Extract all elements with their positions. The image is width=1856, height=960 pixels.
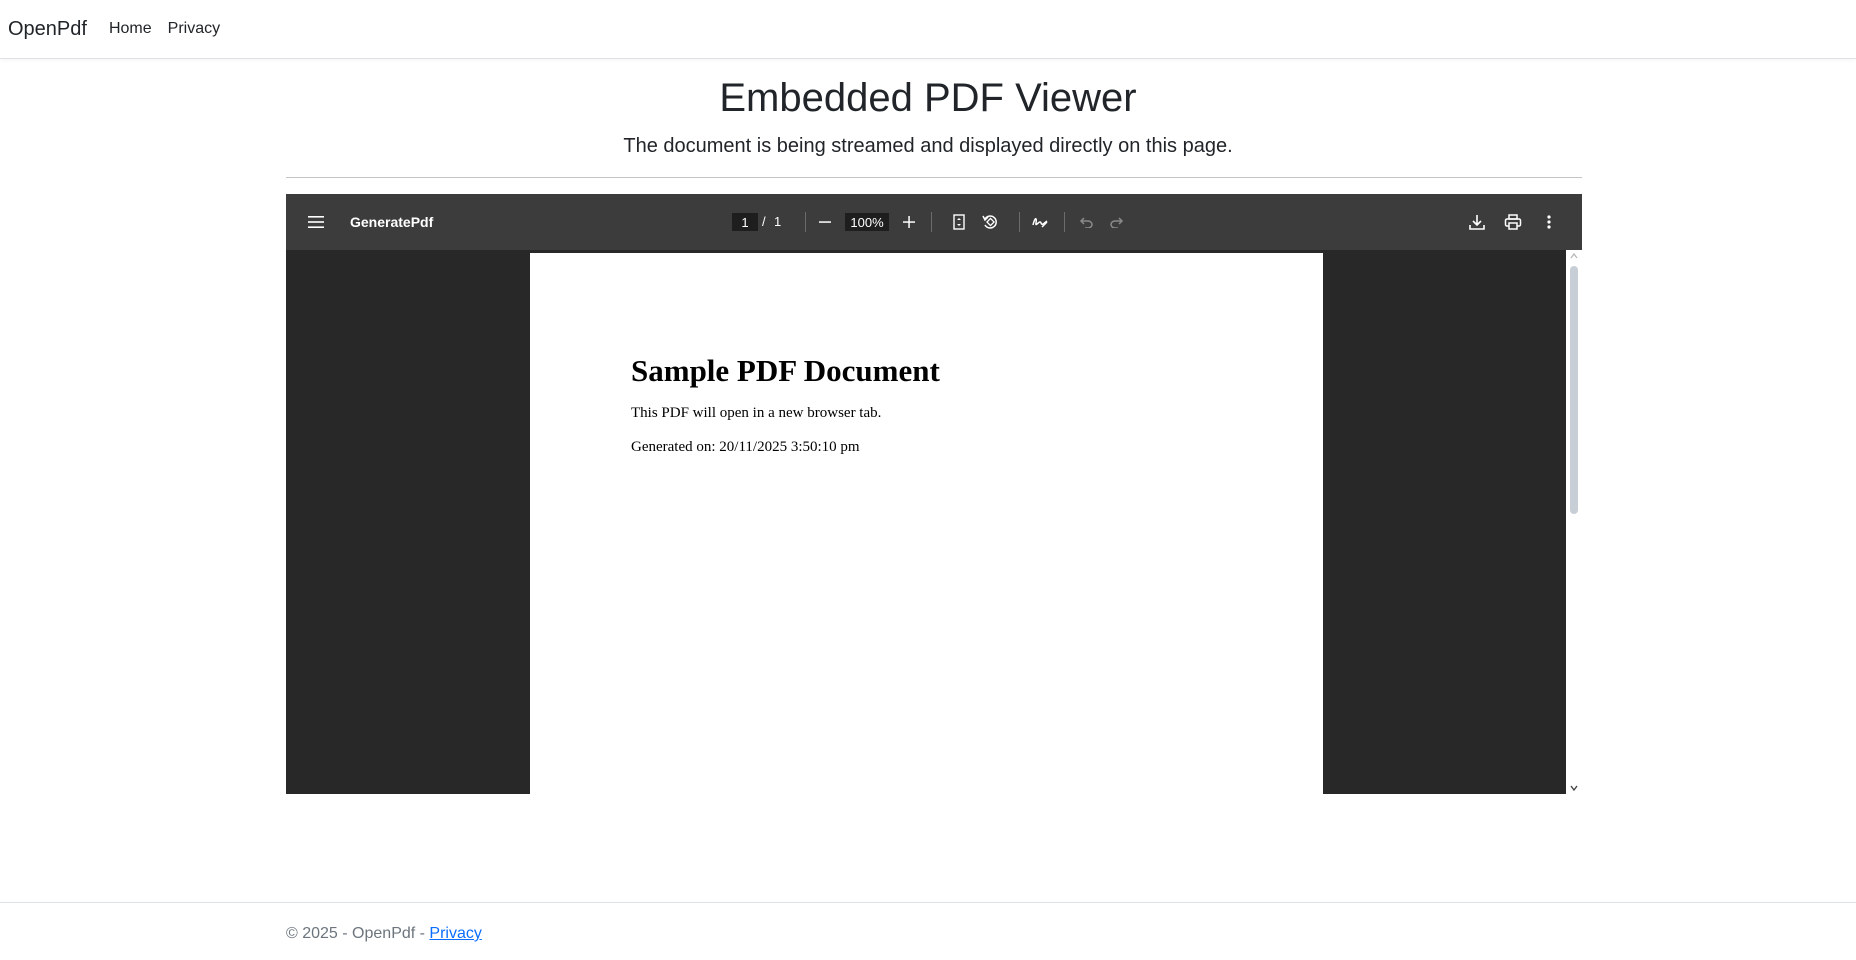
top-navbar: OpenPdf Home Privacy	[0, 0, 1856, 59]
page-total: 1	[774, 214, 782, 229]
toolbar-divider	[805, 212, 806, 232]
toolbar-divider	[931, 212, 932, 232]
footer-privacy-link[interactable]: Privacy	[429, 925, 481, 942]
brand-link[interactable]: OpenPdf	[8, 18, 87, 41]
toolbar-divider	[1019, 212, 1020, 232]
viewer-scrollbar[interactable]	[1566, 250, 1582, 794]
zoom-out-button[interactable]	[811, 194, 839, 250]
rotate-button[interactable]	[976, 194, 1004, 250]
pdf-toolbar: GeneratePdf / 1	[286, 194, 1582, 250]
zoom-in-button[interactable]	[895, 194, 923, 250]
download-icon	[1463, 208, 1491, 236]
pdf-page: Sample PDF Document This PDF will open i…	[530, 253, 1323, 794]
fit-page-icon	[945, 208, 973, 236]
scroll-up-icon[interactable]	[1570, 252, 1578, 260]
rotate-icon	[976, 208, 1004, 236]
divider	[286, 177, 1582, 178]
footer-copyright: © 2025 - OpenPdf -	[286, 925, 430, 942]
download-button[interactable]	[1463, 194, 1491, 250]
footer-text: © 2025 - OpenPdf - Privacy	[286, 925, 482, 943]
draw-button[interactable]	[1026, 194, 1054, 250]
fit-page-button[interactable]	[945, 194, 973, 250]
pdf-generated-date: Generated on: 20/11/2025 3:50:10 pm	[631, 439, 860, 455]
zoom-level-input[interactable]	[845, 213, 889, 231]
document-title: GeneratePdf	[350, 214, 434, 230]
menu-button[interactable]	[302, 194, 330, 250]
nav-link-home[interactable]: Home	[109, 20, 152, 38]
redo-button[interactable]	[1103, 194, 1131, 250]
more-options-button[interactable]	[1535, 194, 1563, 250]
print-button[interactable]	[1499, 194, 1527, 250]
draw-icon	[1026, 208, 1054, 236]
plus-icon	[895, 208, 923, 236]
page-separator: /	[762, 214, 766, 229]
pdf-heading: Sample PDF Document	[631, 353, 940, 388]
pdf-viewer[interactable]: GeneratePdf / 1	[286, 194, 1582, 794]
more-vertical-icon	[1535, 208, 1563, 236]
footer: © 2025 - OpenPdf - Privacy	[0, 902, 1856, 960]
undo-icon	[1072, 208, 1100, 236]
page-title: Embedded PDF Viewer	[719, 76, 1137, 120]
pdf-text-line: This PDF will open in a new browser tab.	[631, 405, 882, 421]
menu-icon	[302, 208, 330, 236]
scroll-down-icon[interactable]	[1570, 784, 1578, 792]
redo-icon	[1103, 208, 1131, 236]
print-icon	[1499, 208, 1527, 236]
toolbar-divider	[1064, 212, 1065, 232]
scrollbar-thumb[interactable]	[1570, 266, 1578, 514]
nav-link-privacy[interactable]: Privacy	[168, 20, 220, 38]
undo-button[interactable]	[1072, 194, 1100, 250]
page-number-input[interactable]	[732, 213, 758, 231]
minus-icon	[811, 208, 839, 236]
page-lead: The document is being streamed and displ…	[623, 135, 1233, 157]
